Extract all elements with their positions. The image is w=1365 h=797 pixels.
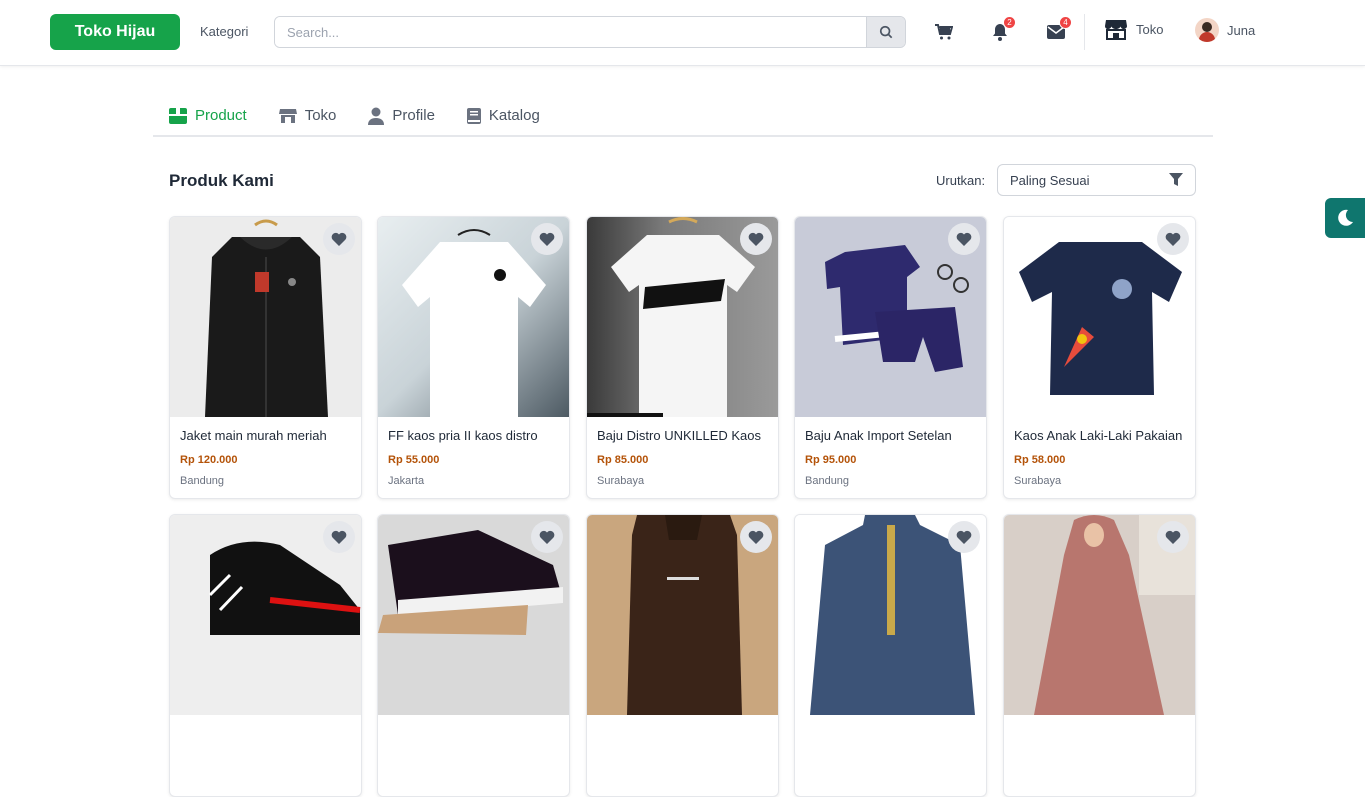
heart-icon xyxy=(748,232,764,246)
heart-icon xyxy=(748,530,764,544)
product-card[interactable] xyxy=(794,514,987,797)
wishlist-button[interactable] xyxy=(531,223,563,255)
header-divider xyxy=(1084,14,1085,50)
dark-mode-toggle[interactable] xyxy=(1325,198,1365,238)
tab-product[interactable]: Product xyxy=(153,96,263,135)
notifications-button[interactable]: 2 xyxy=(990,16,1016,42)
brand-logo[interactable]: Toko Hijau xyxy=(50,14,180,50)
user-name: Juna xyxy=(1227,22,1256,38)
product-card[interactable]: FF kaos pria II kaos distro Rp 55.000 Ja… xyxy=(377,216,570,499)
top-navbar: Toko Hijau Kategori 2 4 Toko Juna xyxy=(0,0,1365,66)
product-name: Jaket main murah meriah xyxy=(180,428,327,443)
heart-icon xyxy=(331,530,347,544)
cart-button[interactable] xyxy=(934,22,954,42)
heart-icon xyxy=(956,530,972,544)
product-card[interactable]: Baju Anak Import Setelan Rp 95.000 Bandu… xyxy=(794,216,987,499)
wishlist-button[interactable] xyxy=(948,223,980,255)
wishlist-button[interactable] xyxy=(1157,521,1189,553)
messages-badge: 4 xyxy=(1059,16,1072,29)
sort-select[interactable]: Paling Sesuai xyxy=(997,164,1196,196)
search-button[interactable] xyxy=(866,17,905,47)
product-name: Kaos Anak Laki-Laki Pakaian xyxy=(1014,428,1183,443)
tab-label: Toko xyxy=(304,107,337,124)
product-name: FF kaos pria II kaos distro xyxy=(388,428,538,443)
search-bar xyxy=(274,16,906,48)
heart-icon xyxy=(331,232,347,246)
product-card[interactable] xyxy=(169,514,362,797)
product-name: Baju Distro UNKILLED Kaos xyxy=(597,428,762,443)
filter-icon xyxy=(1169,173,1183,186)
product-card[interactable] xyxy=(1003,514,1196,797)
heart-icon xyxy=(1165,530,1181,544)
wishlist-button[interactable] xyxy=(740,223,772,255)
product-city: Surabaya xyxy=(597,475,645,487)
wishlist-button[interactable] xyxy=(323,521,355,553)
notifications-badge: 2 xyxy=(1003,16,1016,29)
product-name: Baju Anak Import Setelan xyxy=(805,428,952,443)
product-price: Rp 120.000 xyxy=(180,454,238,466)
wishlist-button[interactable] xyxy=(531,521,563,553)
product-card[interactable]: Kaos Anak Laki-Laki Pakaian Rp 58.000 Su… xyxy=(1003,216,1196,499)
category-link[interactable]: Kategori xyxy=(200,24,248,39)
heart-icon xyxy=(1165,232,1181,246)
product-city: Bandung xyxy=(180,475,225,487)
store-label: Toko xyxy=(1136,21,1164,37)
product-city: Surabaya xyxy=(1014,475,1062,487)
user-menu[interactable]: Juna xyxy=(1195,18,1255,42)
tab-label: Katalog xyxy=(488,107,540,124)
product-city: Bandung xyxy=(805,475,850,487)
cart-icon xyxy=(935,24,953,40)
avatar xyxy=(1195,18,1219,42)
product-card[interactable]: Jaket main murah meriah Rp 120.000 Bandu… xyxy=(169,216,362,499)
wishlist-button[interactable] xyxy=(323,223,355,255)
heart-icon xyxy=(539,232,555,246)
section-title: Produk Kami xyxy=(169,171,274,190)
user-icon xyxy=(368,107,385,125)
product-price: Rp 58.000 xyxy=(1014,454,1066,466)
profile-tabs: Product Toko Profile Katalog xyxy=(153,96,1213,137)
product-card[interactable] xyxy=(377,514,570,797)
product-price: Rp 95.000 xyxy=(805,454,857,466)
tab-katalog[interactable]: Katalog xyxy=(451,96,556,135)
heart-icon xyxy=(539,530,555,544)
wishlist-button[interactable] xyxy=(1157,223,1189,255)
store-icon xyxy=(278,108,297,123)
search-icon xyxy=(879,25,893,39)
product-card[interactable] xyxy=(586,514,779,797)
tab-label: Profile xyxy=(392,107,435,124)
wishlist-button[interactable] xyxy=(740,521,772,553)
sort-label: Urutkan: xyxy=(936,173,986,188)
store-icon xyxy=(1105,20,1127,40)
box-icon xyxy=(169,107,187,124)
store-link[interactable]: Toko xyxy=(1104,18,1163,40)
wishlist-button[interactable] xyxy=(948,521,980,553)
search-input[interactable] xyxy=(275,17,866,47)
sort-value: Paling Sesuai xyxy=(1010,172,1090,188)
book-icon xyxy=(466,107,481,124)
product-city: Jakarta xyxy=(388,475,425,487)
product-card[interactable]: Baju Distro UNKILLED Kaos Rp 85.000 Sura… xyxy=(586,216,779,499)
moon-icon xyxy=(1338,209,1353,226)
product-price: Rp 85.000 xyxy=(597,454,649,466)
product-price: Rp 55.000 xyxy=(388,454,440,466)
heart-icon xyxy=(956,232,972,246)
tab-toko[interactable]: Toko xyxy=(263,96,353,135)
tab-profile[interactable]: Profile xyxy=(352,96,451,135)
messages-button[interactable]: 4 xyxy=(1046,16,1072,42)
tab-label: Product xyxy=(195,107,247,124)
